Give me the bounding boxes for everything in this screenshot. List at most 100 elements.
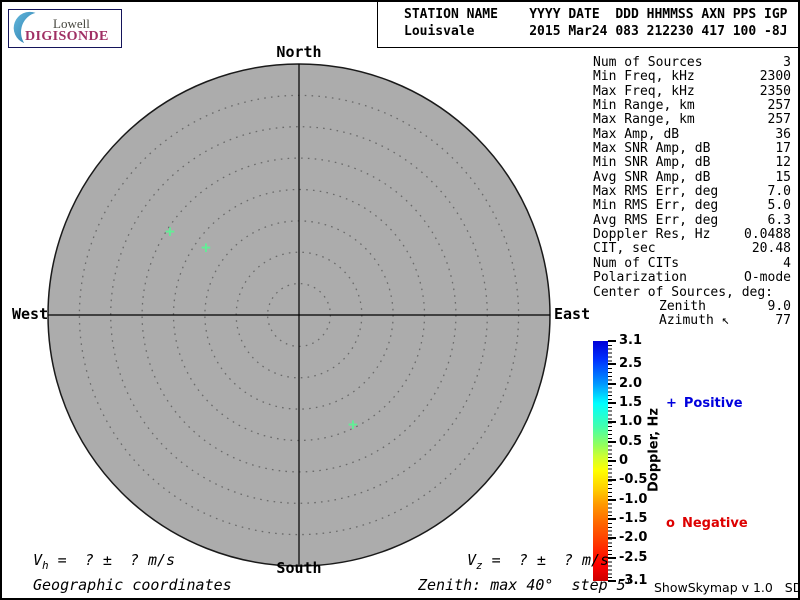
stat-label: Min Freq, kHz (593, 69, 695, 85)
stat-label: Max RMS Err, deg (593, 184, 719, 200)
stat-label: Min SNR Amp, dB (593, 155, 711, 171)
positive-label: Positive (683, 396, 743, 411)
stat-value: 3 (783, 55, 791, 70)
stat-row: Max RMS Err, deg 7.0 (593, 184, 791, 200)
colorbar-tick-label: -0.5 (619, 472, 648, 488)
doppler-axis-label: Doppler, Hz (646, 407, 662, 493)
stat-row: Min SNR Amp, dB 12 (593, 155, 791, 171)
stat-row: Avg RMS Err, deg 6.3 (593, 212, 791, 228)
stat-label: Max Range, km (593, 112, 695, 128)
stat-label: Doppler Res, Hz (593, 227, 711, 243)
stat-row: CIT, sec 20.48 (593, 241, 791, 257)
colorbar-tick-label: 1.5 (619, 394, 643, 410)
colorbar-major-tick (608, 556, 616, 559)
stat-label: Polarization (593, 270, 687, 286)
stat-value: 15 (775, 169, 791, 185)
compass-west-label: West (12, 305, 49, 323)
stat-row: Num of CITs 4 (593, 255, 791, 271)
stat-value: 6.3 (767, 212, 791, 228)
lowell-digisonde-logo: Lowell DIGISONDE (8, 9, 122, 48)
software-version-label: ShowSkymap v 1.0 SD v 5.1 (654, 580, 798, 595)
stat-label: Num of CITs (593, 255, 680, 271)
colorbar-tick-label: -1.5 (619, 511, 648, 527)
stat-value: 0.0488 (744, 227, 791, 243)
stat-value: 7.0 (767, 184, 791, 200)
colorbar-tick-label: -2.5 (619, 549, 648, 565)
stat-label: Min RMS Err, deg (593, 198, 719, 214)
colorbar-tick-label: -3.1 (619, 573, 648, 588)
source-marker: + (201, 237, 211, 257)
compass-east-label: East (554, 305, 591, 323)
compass-north-label: North (276, 43, 322, 61)
stat-row: Polarization O-mode (593, 270, 791, 286)
colorbar-major-tick (608, 340, 616, 342)
doppler-colorbar (593, 341, 608, 581)
skymap-plot: + + + (47, 63, 551, 567)
skymap-window: Lowell DIGISONDE STATION NAME YYYY DATE … (0, 0, 800, 600)
stat-value: 257 (767, 98, 791, 114)
station-header: STATION NAME YYYY DATE DDD HHMMSS AXN PP… (377, 2, 798, 48)
horizontal-velocity-readout: Vh = ? ± ? m/s (33, 551, 176, 572)
zenith-range-note: Zenith: max 40° step 5° (418, 576, 635, 594)
colorbar-major-tick (608, 363, 616, 366)
colorbar-major-tick (608, 498, 616, 501)
stat-row: Azimuth ↖ 77 (593, 313, 791, 329)
stat-label: CIT, sec (593, 241, 656, 257)
stat-label: Max Amp, dB (593, 126, 680, 142)
stat-value: 4 (783, 255, 791, 271)
colorbar-major-tick (608, 401, 616, 404)
logo-text-digisonde: DIGISONDE (25, 29, 109, 44)
colorbar-tick-label: -1.0 (619, 491, 648, 507)
plus-marker-icon: + (666, 396, 677, 411)
stat-value: 77 (775, 313, 791, 329)
stat-row: Max Freq, kHz 2350 (593, 83, 791, 99)
header-values: Louisvale 2015 Mar24 083 212230 417 100 … (404, 24, 788, 39)
colorbar-major-tick (608, 580, 616, 582)
colorbar-major-tick (608, 537, 616, 540)
stat-value: 20.48 (751, 241, 791, 257)
stat-label: Center of Sources, deg: (593, 284, 774, 300)
stat-label: Num of Sources (593, 55, 703, 70)
stat-label: Avg RMS Err, deg (593, 212, 719, 228)
stat-label: Avg SNR Amp, dB (593, 169, 711, 185)
colorbar-tick-label: -2.0 (619, 530, 648, 546)
stat-value: 2350 (759, 83, 791, 99)
coordinate-system-label: Geographic coordinates (33, 576, 232, 594)
colorbar-major-tick (608, 421, 616, 424)
stat-row: Center of Sources, deg: (593, 284, 791, 300)
stat-value: 257 (767, 112, 791, 128)
colorbar-major-tick (608, 440, 616, 443)
vertical-velocity-readout: Vz = ? ± ? m/s (467, 551, 610, 572)
colorbar-tick-label: 0 (619, 453, 629, 468)
stat-row: Max Range, km 257 (593, 112, 791, 128)
stat-row: Max Amp, dB 36 (593, 126, 791, 142)
stat-value: 2300 (759, 69, 791, 85)
stat-value: 5.0 (767, 198, 791, 214)
stat-label: Min Range, km (593, 98, 695, 114)
stat-row: Num of Sources 3 (593, 55, 791, 70)
stat-row: Min RMS Err, deg 5.0 (593, 198, 791, 214)
colorbar-tick-label: 2.5 (619, 356, 643, 372)
negative-label: Negative (681, 516, 748, 531)
source-marker: + (165, 221, 175, 241)
stat-label: Zenith (659, 298, 706, 314)
stat-label: Max SNR Amp, dB (593, 141, 711, 157)
stat-row: Min Range, km 257 (593, 98, 791, 114)
colorbar-major-tick (608, 518, 616, 521)
stats-panel: Num of Sources 3 Min Freq, kHz 2300 Max Freq… (593, 55, 791, 329)
compass-south-label: South (276, 559, 322, 577)
stat-value: 17 (775, 141, 791, 157)
stat-value: O-mode (744, 270, 791, 286)
negative-legend: o Negative (666, 516, 748, 531)
stat-value: 9.0 (767, 298, 791, 314)
colorbar-tick-label: 0.5 (619, 433, 643, 449)
colorbar-tick-label: 1.0 (619, 414, 643, 430)
stat-label: Azimuth ↖ (659, 313, 730, 329)
circle-marker-icon: o (666, 516, 675, 531)
colorbar-major-tick (608, 382, 616, 385)
colorbar-tick-label: 3.1 (619, 333, 643, 348)
stat-row: Doppler Res, Hz 0.0488 (593, 227, 791, 243)
stat-row: Max SNR Amp, dB 17 (593, 141, 791, 157)
colorbar-major-tick (608, 460, 616, 462)
colorbar-tick-label: 2.0 (619, 375, 643, 391)
